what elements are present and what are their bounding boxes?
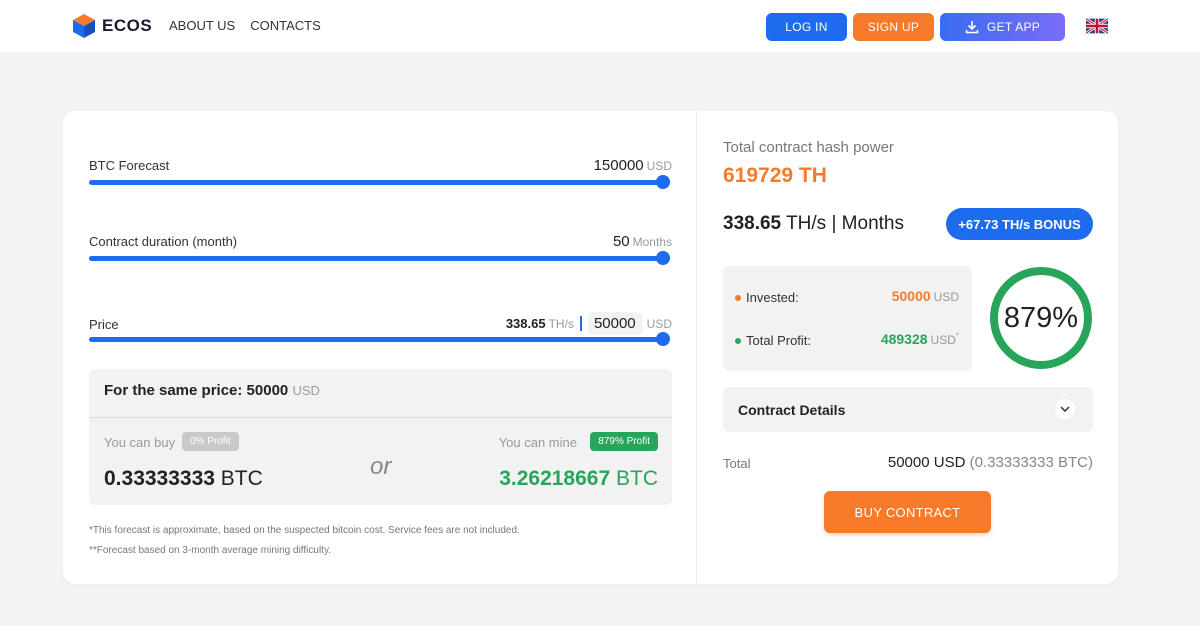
download-icon [965,21,979,34]
price-label: Price [89,317,119,332]
can-mine-amount: 3.26218667 [499,467,611,490]
bonus-badge[interactable]: +67.73 TH/s BONUS [946,208,1093,240]
price-thumb[interactable] [656,332,670,346]
price-ths-number: 338.65 [505,316,546,331]
invested-row-label: Invested: [735,290,799,305]
profit-row-label: Total Profit: [735,333,811,348]
top-header: ECOS ABOUT US CONTACTS LOG IN SIGN UP GE… [0,0,1200,52]
get-app-button[interactable]: GET APP [940,13,1065,41]
profit-dot [735,337,741,344]
btc-forecast-thumb[interactable] [656,175,670,189]
comparison-heading-unit: USD [292,383,320,398]
ths-separator: | [831,213,837,234]
price-unit: USD [646,316,672,331]
btc-forecast-track[interactable] [89,180,663,185]
duration-value: 50 Months [613,233,672,250]
btc-forecast-number: 150000 [593,157,644,174]
forecast-note: *This forecast is approximate, based on … [89,525,520,536]
signup-button[interactable]: SIGN UP [853,13,934,41]
hash-power-value: 619729 TH [723,164,827,187]
duration-label: Contract duration (month) [89,234,238,249]
ths-per-month: 338.65 TH/s | Months [723,213,904,235]
comparison-heading-text: For the same price: 50000 [104,382,289,399]
can-buy-unit: BTC [220,467,263,490]
can-mine-value: 3.26218667 BTC [499,467,658,491]
total-value: 50000 USD (0.33333333 BTC) [888,454,1093,471]
nav-about-us[interactable]: ABOUT US [169,18,235,33]
btc-forecast-slider: BTC Forecast 150000 USD [89,157,672,189]
mining-profit-badge: 879% Profit [590,432,658,451]
uk-flag-icon[interactable] [1086,18,1108,34]
can-mine-label: You can mine [498,435,577,450]
price-value: 338.65 TH/s 50000 USD [506,312,672,335]
or-divider: or [370,453,392,480]
profit-value: 489328 USD* [881,331,959,347]
ecos-logo[interactable]: ECOS [72,13,152,39]
buy-contract-button[interactable]: BUY CONTRACT [824,491,991,533]
price-ths-unit: TH/s [548,317,574,331]
total-label: Total [723,456,751,471]
months-label: Months [841,213,904,234]
get-app-label: GET APP [986,20,1041,34]
duration-number: 50 [612,233,630,250]
can-buy-amount: 0.33333333 [104,467,215,490]
price-slider: Price 338.65 TH/s 50000 USD [89,312,672,346]
login-button[interactable]: LOG IN [766,13,847,41]
invested-unit: USD [933,290,959,304]
can-buy-label: You can buy [104,435,176,450]
price-input[interactable]: 50000 [587,312,642,335]
main-nav: ABOUT US CONTACTS [169,18,321,33]
difficulty-note: **Forecast based on 3-month average mini… [89,545,331,556]
profit-label: Total Profit: [746,333,812,348]
profit-amount: 489328 [880,331,928,347]
ths-unit: TH/s [786,213,827,234]
zero-profit-badge: 0% Profit [182,432,239,451]
btc-forecast-value: 150000 USD [594,157,672,174]
chevron-down-icon[interactable] [1055,399,1075,419]
brand-name: ECOS [102,16,153,35]
contract-details-label: Contract Details [738,402,846,418]
investment-stats: Invested: 50000 USD Total Profit: 489328 U… [723,266,972,371]
price-comparison: For the same price: 50000 USD You can bu… [89,369,672,505]
contract-details-toggle[interactable]: Contract Details [723,387,1093,432]
price-separator [579,316,582,331]
comparison-heading: For the same price: 50000 USD [89,369,672,418]
invested-amount: 50000 [891,288,931,304]
can-buy-value: 0.33333333 BTC [104,467,263,491]
profit-footnote-mark: * [955,331,959,341]
calculator-card: BTC Forecast 150000 USD Contract duration… [63,111,1118,584]
price-ths: 338.65 TH/s [506,316,574,331]
hash-power-title: Total contract hash power [723,139,894,156]
total-usd: 50000 USD [887,454,966,471]
nav-contacts[interactable]: CONTACTS [250,18,321,33]
duration-slider: Contract duration (month) 50 Months [89,233,672,265]
duration-unit: Months [632,235,672,249]
total-btc: (0.33333333 BTC) [969,454,1093,471]
price-track[interactable] [89,337,663,342]
profit-unit: USD [930,333,956,347]
can-mine-unit: BTC [616,467,658,490]
invested-label: Invested: [746,290,799,305]
duration-track[interactable] [89,256,663,261]
invested-dot [735,294,741,301]
panel-divider [696,111,697,584]
invested-value: 50000 USD [892,288,959,304]
btc-forecast-label: BTC Forecast [89,158,170,173]
profit-percent: 879% [1003,301,1079,334]
ecos-logo-icon [73,14,95,38]
ths-number: 338.65 [723,213,782,234]
duration-thumb[interactable] [656,251,670,265]
btc-forecast-unit: USD [646,159,672,173]
